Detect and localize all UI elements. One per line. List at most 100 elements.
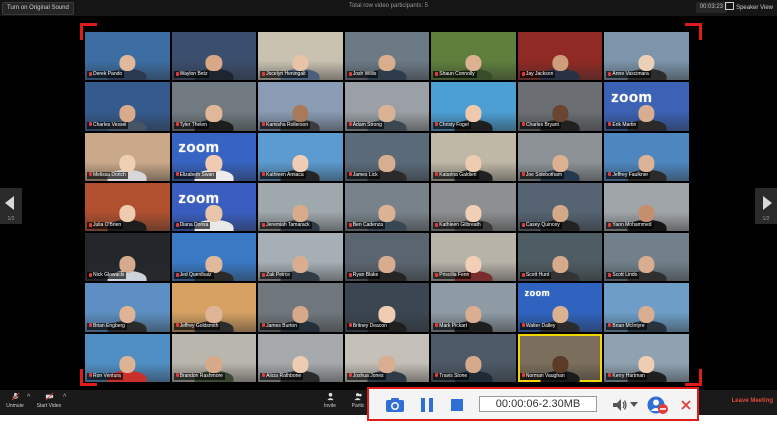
chevron-down-icon[interactable]	[630, 402, 638, 408]
participant-tile[interactable]: Josh Willis	[344, 32, 430, 81]
participant-tile[interactable]: Brian McIntyre	[604, 283, 689, 332]
microphone-muted-icon	[262, 323, 266, 328]
participant-tile[interactable]: Scott Hurd	[517, 233, 603, 282]
microphone-muted-icon	[348, 222, 352, 227]
participant-name: Zak Peirce	[260, 272, 293, 280]
speaker-view-label: Speaker View	[736, 5, 773, 11]
stop-icon[interactable]	[451, 399, 463, 411]
participant-tile[interactable]: zoom Erik Martin	[604, 82, 689, 131]
participant-tile[interactable]: zoom Diana Dorisa	[171, 182, 257, 232]
participant-name-label: Tyler Thelen	[179, 121, 207, 128]
webcam-overlay-off-icon[interactable]	[647, 395, 669, 415]
participant-tile[interactable]: Joe Sidebotham	[517, 132, 603, 181]
participant-tile[interactable]: Brian Engberg	[85, 283, 170, 332]
participant-name-label: Ron Ventura	[93, 372, 121, 379]
participant-tile[interactable]: Kamisha Rollerson	[258, 82, 343, 131]
participant-tile[interactable]: zoom Walter Dalley	[517, 283, 603, 332]
participant-tile[interactable]: Ben Cadenza	[344, 182, 430, 232]
microphone-muted-icon	[608, 222, 612, 227]
participant-tile[interactable]: Ryan Blake	[344, 233, 430, 282]
speaker-view-button[interactable]: Speaker View	[725, 2, 773, 13]
invite-button[interactable]: Invite	[320, 392, 340, 409]
participant-name: James Lick	[346, 171, 380, 179]
participant-name-label: Kerry Hartman	[612, 372, 645, 379]
participant-tile[interactable]: Joshua Jones	[344, 333, 430, 382]
participant-name: Travis Stone	[433, 372, 470, 380]
participant-name-label: Julia O'Brien	[93, 222, 122, 229]
participants-button[interactable]: Partic	[350, 392, 366, 409]
participant-tile[interactable]: Jeffrey Goldsmith	[171, 283, 257, 332]
participant-tile[interactable]: Priscilla Fenn	[431, 233, 516, 282]
speaker-volume-icon[interactable]	[612, 397, 628, 413]
microphone-muted-icon	[348, 373, 352, 378]
participant-tile[interactable]: Nick Glowacki	[85, 233, 170, 282]
participant-name-label: Ryan Blake	[352, 272, 379, 279]
participant-tile[interactable]: Mark Pickart	[431, 283, 516, 332]
participant-tile[interactable]: Jeffrey Faulkner	[604, 132, 689, 181]
participant-tile[interactable]: Charles Bryant	[517, 82, 603, 131]
participant-tile[interactable]: Anne Vascimara	[604, 32, 689, 81]
participant-name: Casey Quincey	[519, 222, 562, 230]
participant-tile[interactable]: Yaon Mohammed	[604, 182, 689, 232]
participant-tile[interactable]: Derek Pando	[85, 32, 170, 81]
start-video-button[interactable]: Start Video	[36, 392, 62, 409]
participant-name: Joshua Jones	[346, 372, 386, 380]
participant-tile[interactable]: Norman Vaughan	[517, 333, 603, 382]
participant-name: Alicia Rathbone	[260, 372, 304, 380]
participant-tile[interactable]: Katarina Galdieri	[431, 132, 516, 181]
participant-tile[interactable]: zoom Elizabeth Swan	[171, 132, 257, 181]
participant-tile[interactable]: Scott Lindo	[604, 233, 689, 282]
participant-name: James Burton	[260, 322, 299, 330]
participant-name: Jocelyn Heningalt	[260, 71, 308, 79]
participant-tile[interactable]: Jay Jackson	[517, 32, 603, 81]
participant-name-label: Priscilla Fenn	[439, 272, 470, 279]
participant-tile[interactable]: Charles Vessel	[85, 82, 170, 131]
participant-tile[interactable]: Kerry Hartman	[604, 333, 689, 382]
participant-name-label: Elizabeth Swan	[179, 171, 215, 178]
participant-tile[interactable]: Brandon Rashmore	[171, 333, 257, 382]
participant-name: Jeffrey Faulkner	[606, 171, 651, 179]
participant-name-label: Britney Deacon	[352, 322, 387, 329]
participant-tile[interactable]: Julia O'Brien	[85, 182, 170, 232]
unmute-button[interactable]: Unmute	[4, 392, 26, 409]
participant-tile[interactable]: James Lick	[344, 132, 430, 181]
leave-meeting-button[interactable]: Leave Meeting	[732, 398, 773, 404]
participant-name-label: Erik Martin	[612, 121, 637, 128]
close-icon[interactable]	[681, 400, 691, 410]
speaker-view-icon	[725, 2, 735, 10]
audio-options-caret-icon[interactable]: ^	[27, 394, 30, 401]
participant-tile[interactable]: Jocelyn Heningalt	[258, 32, 343, 81]
participant-name-label: Josh Willis	[352, 71, 377, 78]
participant-tile[interactable]: Casey Quincey	[517, 182, 603, 232]
microphone-muted-icon	[175, 71, 179, 76]
participant-name: Charles Vessel	[87, 121, 129, 129]
camera-snapshot-icon[interactable]	[385, 397, 405, 413]
participant-tile[interactable]: James Burton	[258, 283, 343, 332]
participant-tile[interactable]: Shaun Connolly	[431, 32, 516, 81]
participant-tile[interactable]: Kathleen Gilbreath	[431, 182, 516, 232]
pause-icon[interactable]	[420, 397, 434, 413]
participant-tile[interactable]: Alicia Rathbone	[258, 333, 343, 382]
participant-name: Brandon Rashmore	[173, 372, 225, 380]
participant-tile[interactable]: Waylon Betz	[171, 32, 257, 81]
participant-tile[interactable]: Adam Strong	[344, 82, 430, 131]
microphone-muted-icon	[175, 122, 179, 127]
next-page-button[interactable]: 1/2	[755, 188, 777, 224]
video-options-caret-icon[interactable]: ^	[63, 394, 66, 401]
participant-tile[interactable]: Melissa Dorich	[85, 132, 170, 181]
microphone-muted-icon	[89, 222, 92, 227]
participant-tile[interactable]: Ron Ventura	[85, 333, 170, 382]
participant-tile[interactable]: Britney Deacon	[344, 283, 430, 332]
participant-tile[interactable]: Travis Stone	[431, 333, 516, 382]
participant-tile[interactable]: Christy Fogel	[431, 82, 516, 131]
participant-tile[interactable]: Kathleen Amiaca	[258, 132, 343, 181]
participant-tile[interactable]: Jed Quenlbaiz	[171, 233, 257, 282]
microphone-muted-icon	[348, 272, 352, 277]
participant-tile[interactable]: Jeremiah Tamarack	[258, 182, 343, 232]
participant-name-label: Diana Dorisa	[179, 222, 209, 229]
previous-page-button[interactable]: 1/2	[0, 188, 22, 224]
participant-name-label: Brian Engberg	[93, 322, 125, 329]
microphone-muted-icon	[435, 222, 439, 227]
participant-tile[interactable]: Zak Peirce	[258, 233, 343, 282]
participant-tile[interactable]: Tyler Thelen	[171, 82, 257, 131]
